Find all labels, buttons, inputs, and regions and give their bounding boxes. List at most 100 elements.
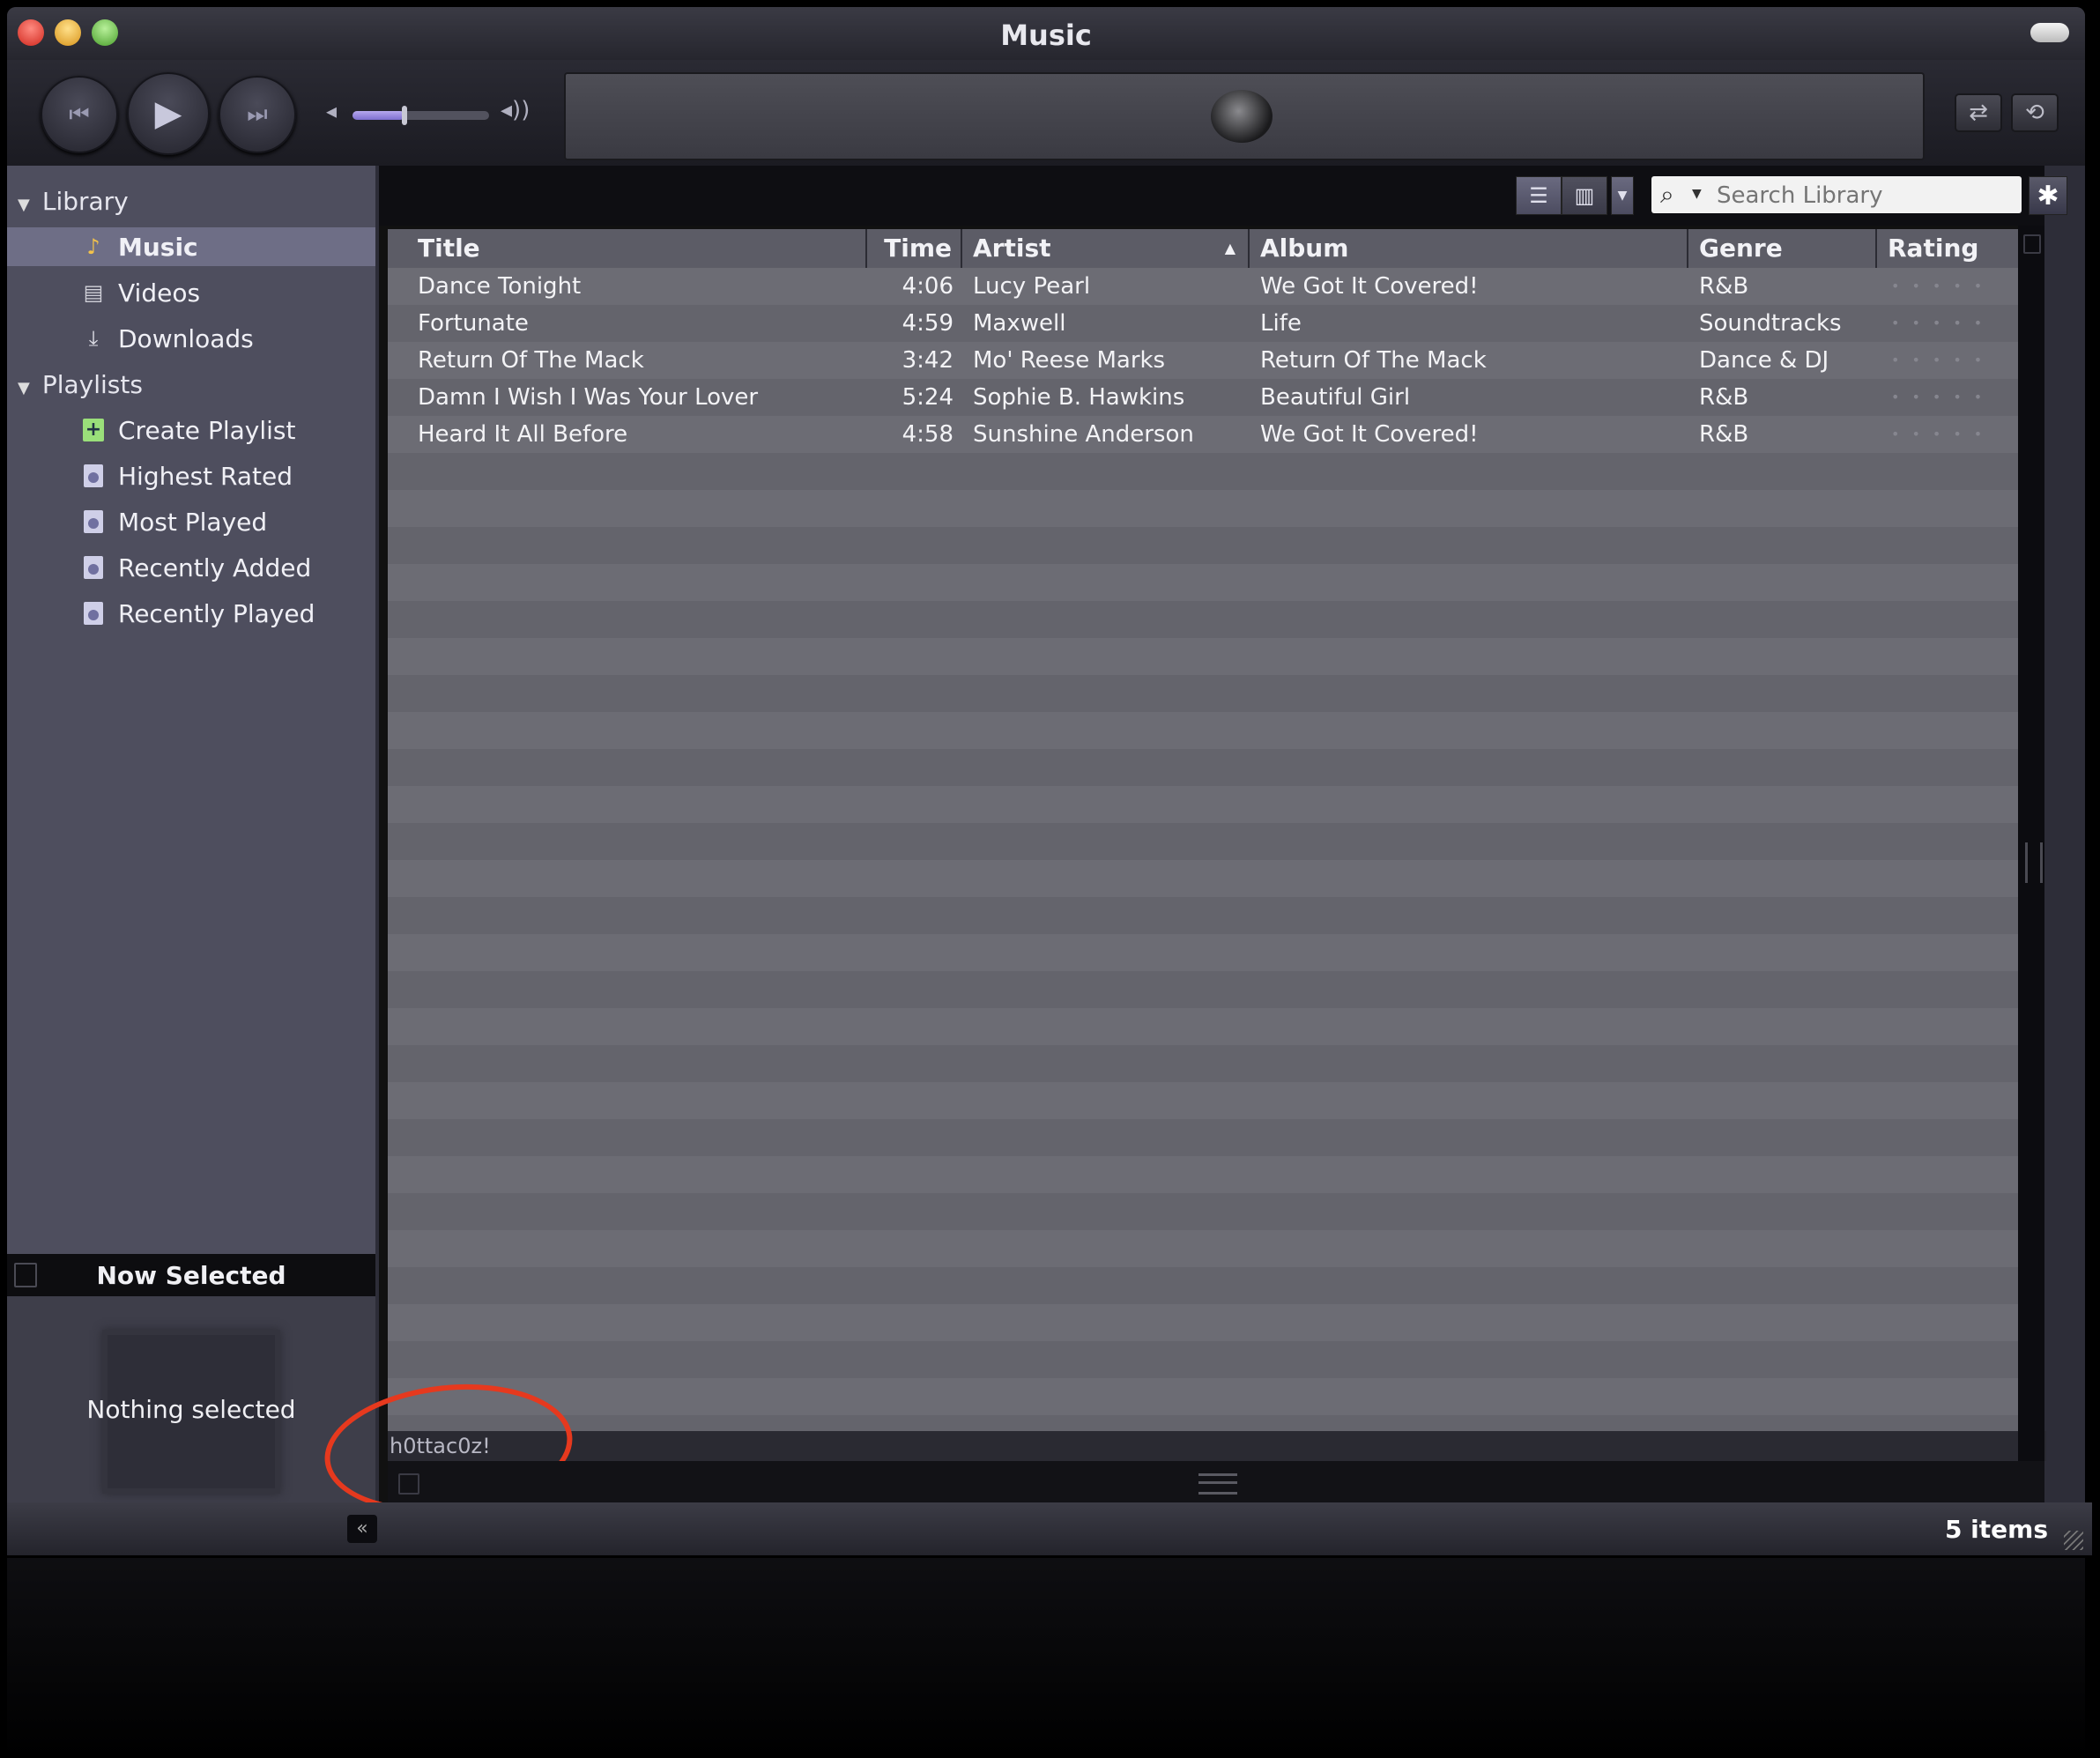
search-input[interactable] (1715, 180, 2009, 211)
cell-artist: Sophie B. Hawkins (973, 384, 1185, 411)
window-title: Music (1000, 19, 1092, 52)
now-playing-display (564, 72, 1925, 160)
cell-artist: Mo' Reese Marks (973, 347, 1166, 374)
chevron-down-icon: ▼ (1617, 189, 1628, 203)
library-section-header[interactable]: ▼ Library (18, 187, 129, 216)
rating-stars[interactable]: ••••• (1891, 268, 1994, 305)
volume-slider[interactable] (352, 106, 489, 125)
search-options-chevron-icon[interactable]: ▼ (1692, 187, 1702, 201)
cell-album: We Got It Covered! (1260, 273, 1479, 300)
collapse-sidebar-button[interactable]: « (347, 1515, 377, 1543)
next-track-button[interactable]: ⏭ (219, 76, 296, 153)
column-view-icon: ▥ (1574, 183, 1595, 208)
film-icon: ▤ (83, 280, 104, 305)
search-field[interactable]: ⌕ ▼ (1651, 176, 2022, 213)
sidebar-item-music[interactable]: ♪ Music (7, 227, 375, 266)
column-header-title[interactable]: Title (388, 229, 867, 268)
nothing-selected-text: Nothing selected (86, 1395, 296, 1424)
cell-album: We Got It Covered! (1260, 421, 1479, 448)
column-header-artist[interactable]: Artist ▲ (962, 229, 1250, 268)
track-list: Dance Tonight 4:06 Lucy Pearl We Got It … (388, 268, 2044, 1431)
previous-track-button[interactable]: ⏮ (41, 76, 118, 153)
volume-knob[interactable] (401, 106, 407, 125)
sidebar-item-highest-rated[interactable]: Highest Rated (7, 456, 375, 495)
table-row[interactable]: Return Of The Mack 3:42 Mo' Reese Marks … (388, 342, 2044, 379)
sidebar: ▼ Library ♪ Music ▤ Videos ⤓ Downloads ▼ P… (7, 166, 375, 1254)
cell-album: Life (1260, 310, 1302, 337)
cell-artist: Lucy Pearl (973, 273, 1091, 300)
cell-time: 5:24 (902, 384, 954, 411)
sidebar-item-most-played[interactable]: Most Played (7, 502, 375, 541)
table-row[interactable]: Dance Tonight 4:06 Lucy Pearl We Got It … (388, 268, 2044, 305)
column-header-artist-label: Artist (973, 234, 1051, 263)
add-playlist-icon: + (81, 418, 106, 442)
sidebar-item-recently-played[interactable]: Recently Played (7, 594, 375, 633)
cell-genre: R&B (1699, 421, 1749, 448)
rating-stars[interactable]: ••••• (1891, 305, 1994, 342)
cell-time: 4:06 (902, 273, 954, 300)
smart-playlist-icon (81, 464, 106, 488)
browser-bottom-bar (388, 1461, 2044, 1507)
cell-time: 4:59 (902, 310, 954, 337)
filter-text-bar: h0ttac0z! (318, 1372, 2046, 1510)
cell-genre: Soundtracks (1699, 310, 1842, 337)
gear-icon: ✱ (2037, 180, 2059, 211)
rating-stars[interactable]: ••••• (1891, 342, 1994, 379)
column-header-time[interactable]: Time (867, 229, 962, 268)
resize-grip-icon[interactable] (1198, 1473, 1237, 1495)
cell-genre: Dance & DJ (1699, 347, 1829, 374)
repeat-icon: ⟲ (2025, 100, 2044, 126)
column-header-genre[interactable]: Genre (1688, 229, 1877, 268)
window-reflection (7, 1558, 2085, 1758)
cell-title: Heard It All Before (418, 421, 628, 448)
repeat-button[interactable]: ⟲ (2011, 93, 2059, 132)
side-panel-resize-grip-icon[interactable] (2025, 842, 2043, 883)
play-button[interactable]: ▶ (127, 72, 210, 155)
rating-stars[interactable]: ••••• (1891, 416, 1994, 453)
panel-toggle-icon[interactable] (2023, 234, 2041, 254)
list-view-icon: ☰ (1529, 183, 1548, 208)
smart-playlist-icon (81, 509, 106, 534)
resize-corner-icon[interactable] (2064, 1531, 2083, 1550)
action-button[interactable]: ✱ (2029, 176, 2067, 215)
cell-album: Return Of The Mack (1260, 347, 1487, 374)
cell-time: 3:42 (902, 347, 954, 374)
player-toolbar: ⏮ ▶ ⏭ ◂ ◂)) ⇄ ⟲ (7, 60, 2085, 166)
sidebar-item-create-playlist[interactable]: + Create Playlist (7, 411, 375, 449)
library-label: Library (41, 187, 129, 216)
table-row[interactable]: Fortunate 4:59 Maxwell Life Soundtracks … (388, 305, 2044, 342)
cell-title: Damn I Wish I Was Your Lover (418, 384, 759, 411)
sidebar-item-downloads[interactable]: ⤓ Downloads (7, 319, 375, 358)
sidebar-item-label: Videos (118, 278, 201, 308)
playlists-section-header[interactable]: ▼ Playlists (18, 370, 143, 399)
playlists-label: Playlists (41, 370, 143, 399)
column-header-album[interactable]: Album (1250, 229, 1688, 268)
shuffle-icon: ⇄ (1969, 100, 1988, 126)
column-browser-button[interactable]: ▥ (1562, 176, 1607, 215)
right-side-panel-strip (2018, 226, 2044, 1461)
view-menu-button[interactable]: ▼ (1611, 176, 1634, 215)
main-content: ☰ ▥ ▼ ⌕ ▼ ✱ Title Time Artist ▲ Album Ge… (318, 166, 2067, 1510)
volume-level-fill (352, 111, 404, 120)
cell-title: Return Of The Mack (418, 347, 644, 374)
smart-playlist-icon (81, 555, 106, 580)
now-selected-panel: Nothing selected (7, 1296, 375, 1510)
disclosure-triangle-icon: ▼ (18, 196, 30, 214)
toolbar-toggle-button[interactable] (2030, 23, 2069, 42)
rating-stars[interactable]: ••••• (1891, 379, 1994, 416)
cell-title: Dance Tonight (418, 273, 582, 300)
status-bar: « 5 items (7, 1502, 2092, 1555)
sidebar-item-recently-added[interactable]: Recently Added (7, 548, 375, 587)
sidebar-item-label: Most Played (118, 507, 268, 537)
panel-toggle-icon[interactable] (398, 1473, 419, 1495)
play-icon: ▶ (154, 93, 182, 134)
app-logo-icon (1211, 90, 1273, 143)
list-view-button[interactable]: ☰ (1516, 176, 1562, 215)
download-icon: ⤓ (88, 326, 99, 351)
table-row[interactable]: Damn I Wish I Was Your Lover 5:24 Sophie… (388, 379, 2044, 416)
table-row[interactable]: Heard It All Before 4:58 Sunshine Anders… (388, 416, 2044, 453)
now-selected-title: Now Selected (96, 1261, 286, 1290)
shuffle-button[interactable]: ⇄ (1955, 93, 2002, 132)
sidebar-item-videos[interactable]: ▤ Videos (7, 273, 375, 312)
sidebar-item-label: Recently Played (118, 598, 315, 628)
